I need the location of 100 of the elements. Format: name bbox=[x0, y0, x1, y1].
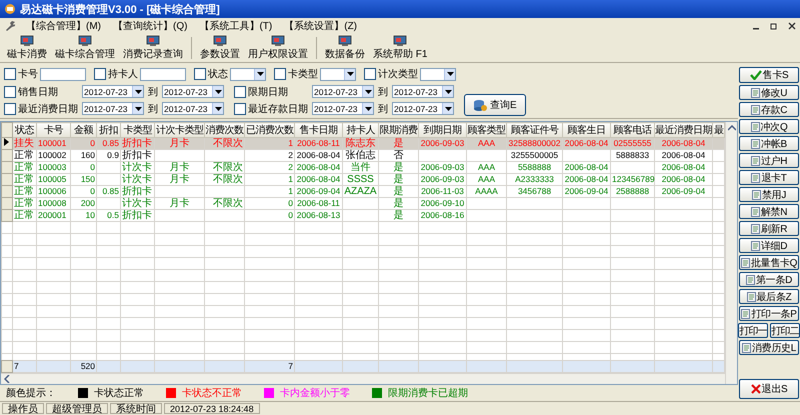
side-button[interactable]: 冲次Q bbox=[739, 119, 799, 134]
side-button[interactable]: 详细D bbox=[739, 238, 799, 253]
filter-label: 卡类型 bbox=[288, 68, 318, 81]
column-header[interactable]: 最 bbox=[712, 122, 724, 138]
menu-item[interactable]: 【系统设置】(Z) bbox=[282, 19, 360, 33]
column-header[interactable]: 到期日期 bbox=[418, 122, 466, 138]
checkbox[interactable] bbox=[4, 86, 16, 98]
scroll-left-icon[interactable] bbox=[4, 375, 10, 383]
table-cell: 2006-08-04 bbox=[654, 174, 712, 186]
toolbar-button[interactable]: 系统帮助 F1 bbox=[370, 34, 430, 62]
column-header[interactable]: 状态 bbox=[12, 122, 36, 138]
side-button[interactable]: 批量售卡Q bbox=[739, 255, 799, 270]
date-picker[interactable]: 2012-07-23 bbox=[392, 85, 454, 98]
checkbox[interactable] bbox=[4, 102, 16, 114]
document-icon bbox=[740, 258, 750, 268]
document-icon bbox=[750, 88, 760, 98]
menu-item[interactable]: 【系统工具】(T) bbox=[197, 19, 274, 33]
side-button[interactable]: 修改U bbox=[739, 85, 799, 100]
side-button[interactable]: 解禁N bbox=[739, 204, 799, 219]
column-header[interactable]: 顾客电话 bbox=[610, 122, 654, 138]
dropdown-arrow-icon bbox=[134, 106, 142, 110]
side-button[interactable]: 冲帐B bbox=[739, 136, 799, 151]
side-button[interactable]: 售卡S bbox=[739, 67, 799, 83]
date-picker[interactable]: 2012-07-23 bbox=[162, 85, 224, 98]
side-button[interactable]: 过户H bbox=[739, 153, 799, 168]
restore-icon[interactable] bbox=[770, 22, 778, 30]
checkbox[interactable] bbox=[194, 68, 206, 80]
column-header[interactable]: 已消费次数 bbox=[244, 122, 294, 138]
input-field[interactable] bbox=[140, 68, 186, 80]
status-cell: 超级管理员 bbox=[46, 403, 108, 414]
side-button[interactable]: 打印一条P bbox=[739, 306, 799, 321]
date-picker[interactable]: 2012-07-23 bbox=[312, 85, 374, 98]
dropdown-arrow-icon bbox=[446, 72, 454, 76]
query-button[interactable]: 查询E bbox=[464, 94, 526, 116]
table-cell: 1 bbox=[244, 186, 294, 198]
side-button[interactable]: 第一条D bbox=[739, 272, 799, 287]
table-cell: AZAZA bbox=[342, 186, 378, 198]
filter-label: 最近存款日期 bbox=[248, 102, 309, 116]
dropdown-field[interactable] bbox=[230, 68, 266, 80]
table-cell: 123456789 bbox=[610, 174, 654, 186]
toolbar-button[interactable]: 磁卡消费 bbox=[4, 34, 50, 62]
date-picker[interactable]: 2012-07-23 bbox=[82, 102, 144, 115]
column-header[interactable]: 卡号 bbox=[36, 122, 70, 138]
checkbox[interactable] bbox=[4, 68, 16, 80]
scroll-up-icon[interactable] bbox=[728, 125, 736, 131]
side-button[interactable]: 退卡T bbox=[739, 170, 799, 185]
toolbar-button[interactable]: 磁卡综合管理 bbox=[52, 34, 118, 62]
window-title: 易达磁卡消费管理V3.00 - [磁卡综合管理] bbox=[20, 2, 220, 16]
checkbox[interactable] bbox=[234, 102, 246, 114]
side-button[interactable]: 存款C bbox=[739, 102, 799, 117]
exit-button[interactable]: 退出S bbox=[739, 379, 799, 399]
toolbar-button[interactable]: 数据备份 bbox=[322, 34, 368, 62]
column-header[interactable]: 顾客证件号 bbox=[506, 122, 562, 138]
toolbar-button[interactable]: 消费记录查询 bbox=[120, 34, 186, 62]
column-header[interactable]: 消费次数 bbox=[204, 122, 244, 138]
table-cell: 2006-11-03 bbox=[418, 186, 466, 198]
side-button[interactable]: 打印一 bbox=[738, 323, 768, 338]
column-header[interactable]: 卡类型 bbox=[120, 122, 154, 138]
date-picker[interactable]: 2012-07-23 bbox=[82, 85, 144, 98]
close-icon[interactable] bbox=[788, 22, 796, 30]
horizontal-scrollbar[interactable] bbox=[1, 373, 725, 384]
column-header[interactable]: 顾客生日 bbox=[562, 122, 610, 138]
date-picker[interactable]: 2012-07-23 bbox=[392, 102, 454, 115]
side-button[interactable]: 禁用J bbox=[739, 187, 799, 202]
checkbox[interactable] bbox=[234, 86, 246, 98]
side-button[interactable]: 刷新R bbox=[739, 221, 799, 236]
column-header[interactable]: 计次卡类型 bbox=[154, 122, 204, 138]
checkbox[interactable] bbox=[94, 68, 106, 80]
column-header[interactable]: 售卡日期 bbox=[294, 122, 342, 138]
column-header[interactable]: 持卡人 bbox=[342, 122, 378, 138]
checkbox[interactable] bbox=[274, 68, 286, 80]
table-cell: 2006-08-04 bbox=[562, 174, 610, 186]
column-header[interactable]: 顾客类型 bbox=[466, 122, 506, 138]
document-icon bbox=[750, 240, 760, 250]
vertical-scrollbar[interactable] bbox=[725, 122, 737, 384]
toolbar-button[interactable]: 参数设置 bbox=[197, 34, 243, 62]
toolbar-button[interactable]: 用户权限设置 bbox=[245, 34, 311, 62]
side-button[interactable]: 最后条Z bbox=[739, 289, 799, 304]
document-icon bbox=[750, 104, 760, 114]
table-cell: 0.85 bbox=[96, 186, 120, 198]
column-header[interactable]: 限期消费 bbox=[378, 122, 418, 138]
menu-item[interactable]: 【查询统计】(Q) bbox=[111, 19, 190, 33]
input-field[interactable] bbox=[40, 68, 86, 80]
status-cell: 操作员 bbox=[2, 403, 44, 414]
column-header[interactable]: 金额 bbox=[70, 122, 96, 138]
checkbox[interactable] bbox=[364, 68, 376, 80]
date-picker[interactable]: 2012-07-23 bbox=[162, 102, 224, 115]
dropdown-field[interactable] bbox=[420, 68, 456, 80]
table-cell: 当件 bbox=[342, 162, 378, 174]
menu-item[interactable]: 【综合管理】(M) bbox=[24, 19, 103, 33]
cross-icon bbox=[750, 384, 761, 394]
row-header[interactable] bbox=[2, 138, 12, 150]
column-header[interactable]: 折扣 bbox=[96, 122, 120, 138]
side-button[interactable]: 打印二 bbox=[770, 323, 800, 338]
side-button[interactable]: 消费历史L bbox=[739, 340, 799, 355]
dropdown-field[interactable] bbox=[320, 68, 356, 80]
date-picker[interactable]: 2012-07-23 bbox=[312, 102, 374, 115]
column-header[interactable]: 最近消费日期 bbox=[654, 122, 712, 138]
monitor-icon bbox=[20, 35, 34, 47]
table-cell: 2006-08-04 bbox=[562, 162, 610, 174]
